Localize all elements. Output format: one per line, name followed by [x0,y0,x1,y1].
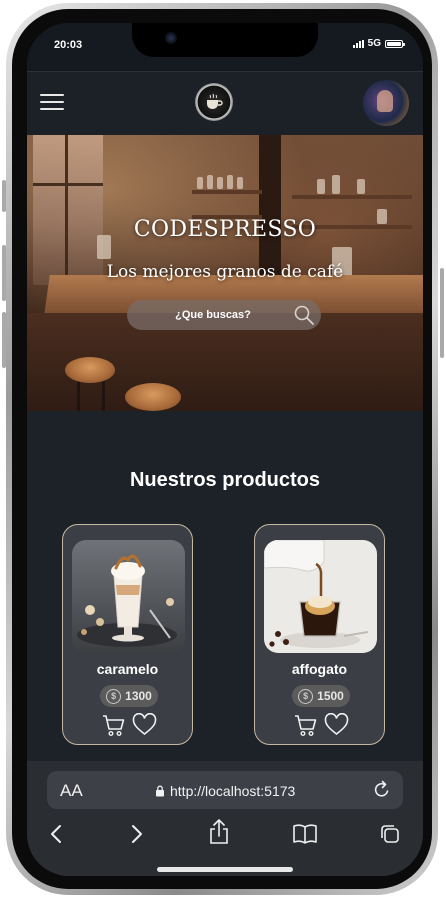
browser-toolbar: AA http://localhost:5173 [27,761,423,876]
url-text: http://localhost:5173 [170,783,296,799]
product-card[interactable]: caramelo $ 1300 [62,524,193,745]
browser-nav [27,819,423,853]
products-title: Nuestros productos [129,469,321,491]
share-icon[interactable] [208,819,230,850]
heart-icon[interactable] [132,713,157,737]
hero-title: CODESPRESSO [133,217,317,242]
text-size-button[interactable]: AA [60,781,83,801]
dollar-coin-icon: $ [298,688,314,704]
bookmarks-icon[interactable] [292,823,318,850]
screen: 20:03 5G CODESPRESSO Los mejores granos … [27,23,423,876]
search-icon[interactable] [293,304,315,326]
volume-up-button [2,245,6,301]
product-image-caramelo[interactable] [72,540,185,653]
user-avatar[interactable] [363,80,409,126]
search-bar [127,300,321,330]
battery-icon [385,39,405,48]
coffee-logo-icon[interactable] [195,83,233,121]
product-name: caramelo [96,661,159,677]
signal-icon [352,39,364,48]
product-image-affogato[interactable] [264,540,377,653]
notch [132,23,318,57]
hamburger-icon[interactable] [40,94,64,112]
status-time: 20:03 [54,39,83,51]
mute-switch [2,180,6,212]
hero-stool [65,357,115,383]
address-bar[interactable]: AA http://localhost:5173 [47,771,403,809]
price-badge: $ 1500 [292,685,350,707]
hero-stool [125,383,181,411]
volume-down-button [2,312,6,368]
product-card[interactable]: affogato $ 1500 [254,524,385,745]
url-display[interactable]: http://localhost:5173 [155,783,295,799]
product-price: 1500 [317,689,344,703]
back-icon[interactable] [49,823,65,850]
forward-icon[interactable] [128,823,144,850]
app-header [27,71,423,136]
status-indicators: 5G [352,38,405,49]
network-label: 5G [367,38,381,49]
reload-icon[interactable] [373,780,391,800]
heart-icon[interactable] [324,713,349,737]
card-actions [102,713,157,737]
hero-banner: CODESPRESSO Los mejores granos de café [27,135,423,411]
cart-icon[interactable] [294,713,318,737]
search-input[interactable] [127,300,321,330]
home-indicator[interactable] [157,867,293,872]
product-price: 1300 [125,689,152,703]
card-actions [294,713,349,737]
status-bar: 20:03 5G [27,23,423,71]
tabs-icon[interactable] [379,823,401,850]
camera-icon [165,32,177,44]
product-name: affogato [291,661,348,677]
cart-icon[interactable] [102,713,126,737]
hero-subtitle: Los mejores granos de café [106,262,344,282]
dollar-coin-icon: $ [106,688,122,704]
lock-icon [156,785,164,797]
power-button [440,268,444,358]
price-badge: $ 1300 [100,685,158,707]
